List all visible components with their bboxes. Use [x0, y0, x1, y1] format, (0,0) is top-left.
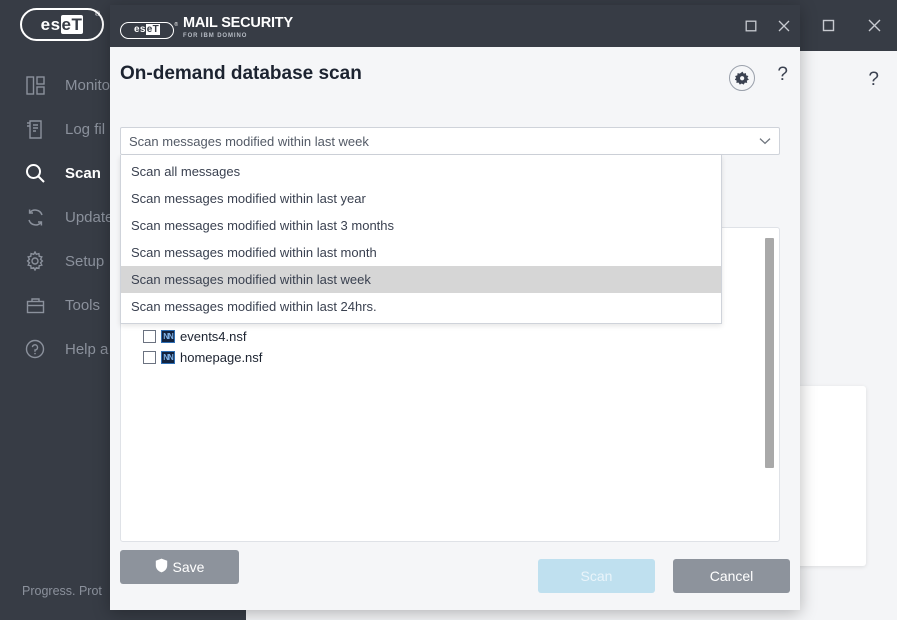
list-item-label: homepage.nsf [180, 350, 263, 365]
list-item[interactable]: NN events4.nsf [121, 326, 779, 347]
sidebar-item-label: Tools [65, 296, 101, 314]
dialog-window-controls [734, 5, 800, 47]
eset-mini-logo-text: eseT [133, 24, 160, 35]
magnifier-icon [22, 160, 48, 186]
dialog-footer-actions: Scan Cancel [538, 559, 790, 593]
shield-icon [155, 558, 168, 576]
sidebar-item-label: Help a [65, 340, 109, 358]
product-name-block: MAIL SECURITY FOR IBM DOMINO [183, 16, 293, 39]
dashboard-icon [22, 72, 48, 98]
close-icon[interactable] [851, 0, 897, 51]
progress-status-text: Progress. Prot [22, 584, 102, 598]
dropdown-option-label: Scan messages modified within last 24hrs… [131, 299, 377, 314]
dropdown-option[interactable]: Scan all messages [121, 158, 721, 185]
list-item[interactable]: NN homepage.nsf [121, 347, 779, 368]
dropdown-option-label: Scan messages modified within last year [131, 191, 366, 206]
dropdown-option-label: Scan all messages [131, 164, 241, 179]
question-circle-icon [22, 336, 48, 362]
cancel-button[interactable]: Cancel [673, 559, 790, 593]
save-button-label: Save [172, 559, 205, 575]
maximize-icon[interactable] [734, 5, 767, 47]
sidebar-item-label: Monito [65, 76, 111, 94]
checkbox[interactable] [143, 351, 156, 364]
gear-icon [22, 248, 48, 274]
dropdown-option[interactable]: Scan messages modified within last month [121, 239, 721, 266]
dialog-body: On-demand database scan ? NN admin4.nsf [110, 47, 800, 610]
eset-logo: eseT ® [20, 8, 104, 41]
eset-mini-logo: eseT ® [120, 21, 178, 39]
list-vertical-scrollbar[interactable] [765, 238, 774, 468]
toolbox-icon [22, 292, 48, 318]
dropdown-option-label: Scan messages modified within last 3 mon… [131, 218, 395, 233]
content-help-icon[interactable]: ? [868, 69, 879, 91]
scan-profile-value: Scan messages modified within last week [129, 133, 369, 149]
main-window-controls [805, 0, 897, 51]
registered-mark: ® [94, 11, 100, 18]
sidebar-item-label: Scan [65, 164, 101, 182]
eset-logo-text: eseT [40, 15, 84, 34]
screen-root: eseT ® Monito Log fil Scan Update Setup … [0, 0, 897, 620]
scan-profile-dropdown-list[interactable]: Scan all messages Scan messages modified… [120, 155, 722, 324]
notes-database-icon: NN [161, 330, 175, 343]
product-name: MAIL SECURITY [183, 15, 293, 31]
sidebar-item-label: Update [65, 208, 114, 226]
chevron-down-icon[interactable] [759, 137, 771, 145]
dropdown-option[interactable]: Scan messages modified within last 24hrs… [121, 293, 721, 320]
on-demand-database-scan-dialog: eseT ® MAIL SECURITY FOR IBM DOMINO On-d… [110, 5, 800, 610]
dropdown-option-label: Scan messages modified within last week [131, 272, 371, 287]
list-item-label: events4.nsf [180, 329, 247, 344]
scan-profile-select[interactable]: Scan messages modified within last week [120, 127, 780, 155]
sidebar-item-label: Setup [65, 252, 105, 270]
save-button[interactable]: Save [120, 550, 239, 584]
maximize-icon[interactable] [805, 0, 851, 51]
dialog-help-icon[interactable]: ? [777, 64, 788, 86]
scan-button[interactable]: Scan [538, 559, 655, 593]
dialog-heading: On-demand database scan [120, 63, 362, 84]
notes-database-icon: NN [161, 351, 175, 364]
dropdown-option[interactable]: Scan messages modified within last 3 mon… [121, 212, 721, 239]
registered-mark: ® [174, 21, 178, 28]
log-file-icon [22, 116, 48, 142]
close-icon[interactable] [767, 5, 800, 47]
checkbox[interactable] [143, 330, 156, 343]
dialog-title-bar: eseT ® MAIL SECURITY FOR IBM DOMINO [110, 5, 800, 47]
product-edition: FOR IBM DOMINO [183, 32, 248, 39]
sidebar-item-label: Log fil [65, 120, 106, 138]
dropdown-option-selected[interactable]: Scan messages modified within last week [121, 266, 721, 293]
dropdown-option-label: Scan messages modified within last month [131, 245, 377, 260]
refresh-icon [22, 204, 48, 230]
dropdown-option[interactable]: Scan messages modified within last year [121, 185, 721, 212]
dialog-brand: eseT ® MAIL SECURITY FOR IBM DOMINO [120, 16, 293, 39]
gear-icon[interactable] [729, 65, 755, 91]
